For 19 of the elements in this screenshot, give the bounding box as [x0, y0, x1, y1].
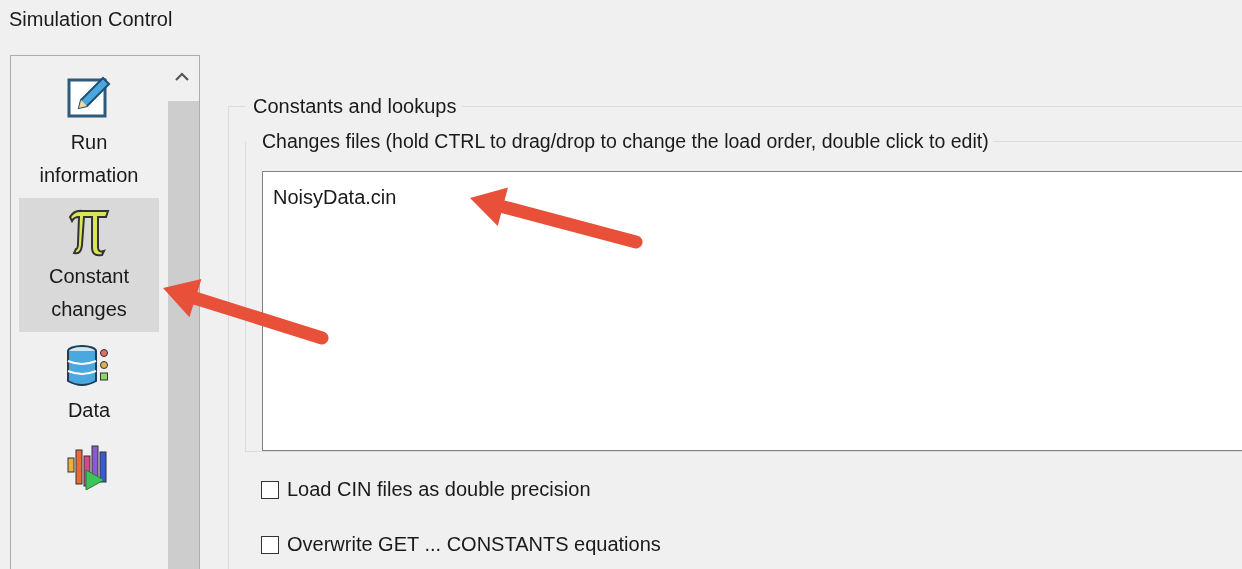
checkbox[interactable]	[261, 480, 279, 499]
scroll-up-icon[interactable]	[175, 72, 190, 81]
list-item[interactable]: NoisyData.cin	[273, 186, 397, 209]
item-label: Data	[67, 398, 111, 423]
group-title: Changes files (hold CTRL to drag/drop to change the load order, double click to edit)	[261, 130, 990, 153]
item-label: Constant	[48, 264, 130, 289]
window-title: Simulation Control	[8, 7, 174, 32]
sidebar-item[interactable]: Data	[19, 332, 159, 433]
file-list[interactable]: NoisyData.cin	[262, 171, 1242, 451]
sidebar-item[interactable]: Constant changes	[19, 198, 159, 332]
item-label: changes	[50, 297, 128, 322]
checkbox[interactable]	[261, 535, 279, 554]
sidebar-item[interactable]: Run information	[19, 64, 159, 198]
checkbox-label[interactable]: Overwrite GET ... CONSTANTS equations	[287, 533, 661, 556]
checkbox-label[interactable]: Load CIN files as double precision	[287, 478, 591, 501]
item-label: information	[39, 163, 139, 188]
pi-icon	[66, 207, 112, 257]
group-title: Constants and lookups	[252, 95, 458, 118]
item-label: Run	[69, 130, 109, 155]
